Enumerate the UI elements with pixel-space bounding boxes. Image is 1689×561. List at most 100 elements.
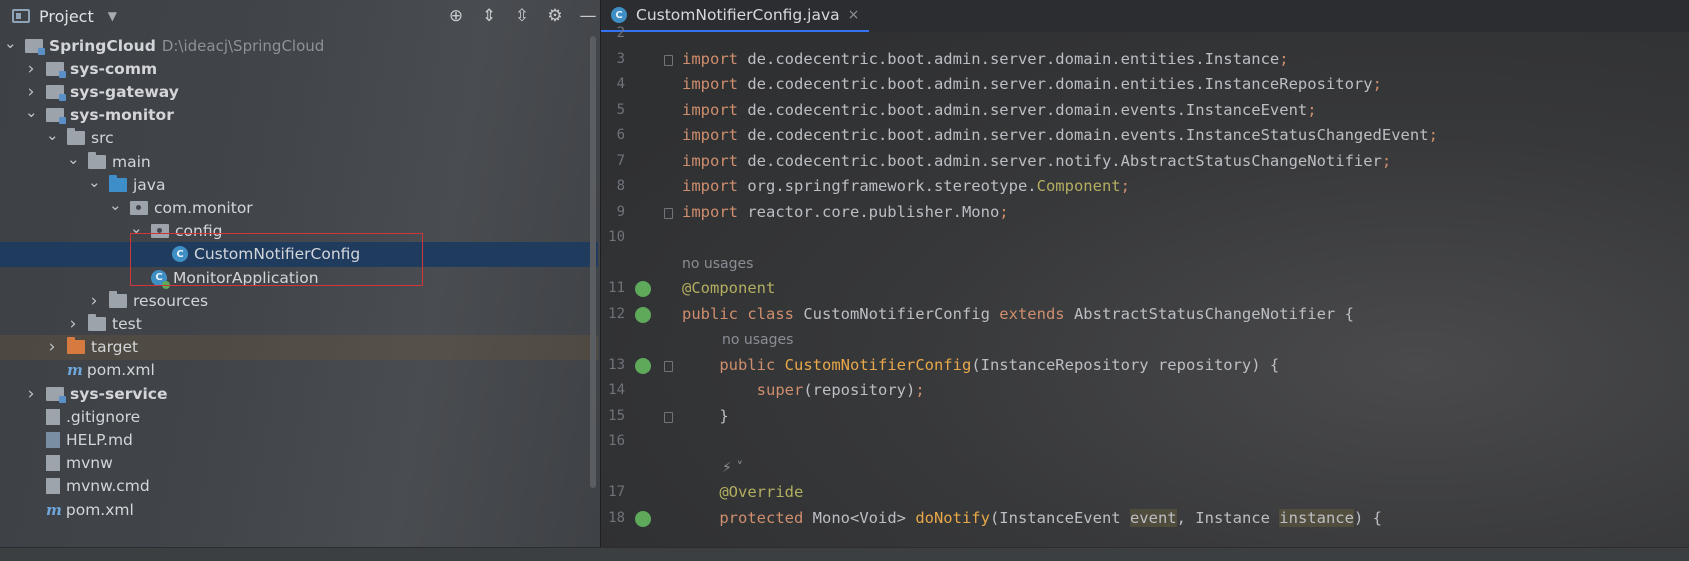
line-number: 17 <box>608 484 625 500</box>
tree-item-label: sys-service <box>70 384 168 403</box>
code-line[interactable]: import de.codecentric.boot.admin.server.… <box>682 101 1317 119</box>
folder-icon <box>109 290 127 308</box>
inlay-hint[interactable]: no usages <box>682 256 753 272</box>
line-number: 8 <box>616 178 625 194</box>
tree-item[interactable]: ⌄ SpringCloud D:\ideacj\SpringCloud <box>0 33 598 58</box>
tree-item-label: main <box>112 152 151 171</box>
tree-item[interactable]: HELP.md <box>0 427 598 452</box>
tree-item-label: SpringCloud <box>49 36 156 55</box>
chevron-down-icon[interactable]: ⌄ <box>46 126 59 144</box>
tree-item[interactable]: › target <box>0 334 598 360</box>
code-line[interactable]: import de.codecentric.boot.admin.server.… <box>682 75 1382 93</box>
code-line[interactable]: public CustomNotifierConfig(InstanceRepo… <box>682 356 1279 374</box>
line-number: 14 <box>608 382 625 398</box>
tree-item-label: sys-monitor <box>70 106 174 125</box>
chevron-down-icon[interactable]: ⌄ <box>109 196 122 214</box>
chevron-down-icon[interactable]: ⌄ <box>4 34 17 52</box>
tree-item-label: mvnw.cmd <box>66 477 150 496</box>
editor-tabbar: C CustomNotifierConfig.java × <box>601 0 1689 32</box>
tree-item-label: sys-gateway <box>70 82 179 101</box>
tree-item-label: test <box>112 314 142 333</box>
fold-marker-icon[interactable] <box>664 411 673 423</box>
code-line[interactable]: import reactor.core.publisher.Mono; <box>682 203 1009 221</box>
tree-item[interactable]: ⌄ sys-monitor <box>0 103 598 128</box>
close-icon[interactable]: × <box>848 7 860 23</box>
tree-item-label: pom.xml <box>65 500 134 519</box>
tree-item-label: target <box>91 338 139 357</box>
source-folder-icon <box>109 174 127 192</box>
chevron-down-icon[interactable]: ⌄ <box>67 150 80 168</box>
chevron-right-icon[interactable]: › <box>88 291 100 311</box>
hide-panel-icon[interactable]: — <box>576 4 600 28</box>
package-icon <box>130 200 148 215</box>
tree-item[interactable]: ⌄ com.monitor <box>0 195 598 220</box>
line-number: 11 <box>608 280 625 296</box>
tree-scrollbar[interactable] <box>590 36 596 488</box>
module-icon <box>25 38 45 55</box>
spring-bean-gutter-icon[interactable] <box>635 510 651 527</box>
inlay-hint[interactable]: no usages <box>722 332 793 348</box>
select-opened-file-icon[interactable]: ⊕ <box>444 4 468 28</box>
code-line[interactable]: } <box>682 407 728 425</box>
tree-item[interactable]: › resources <box>0 288 598 313</box>
file-icon <box>46 455 60 472</box>
excluded-folder-icon <box>67 337 85 355</box>
chevron-down-icon[interactable]: ▼ <box>108 9 117 23</box>
tree-item-label: src <box>91 129 114 148</box>
code-line[interactable]: import de.codecentric.boot.admin.server.… <box>682 126 1438 144</box>
line-number: 12 <box>608 305 625 322</box>
chevron-right-icon[interactable]: › <box>46 337 58 357</box>
fold-marker-icon[interactable] <box>664 54 673 66</box>
chevron-down-icon[interactable]: ⌄ <box>25 103 38 121</box>
project-path-hint: D:\ideacj\SpringCloud <box>161 36 325 55</box>
gear-icon[interactable]: ⚙ <box>543 4 567 28</box>
folder-icon <box>88 151 106 169</box>
expand-all-icon[interactable]: ⇕ <box>477 4 501 28</box>
project-panel-header: Project ▼ ⊕ ⇕ ⇳ ⚙ — <box>0 0 600 32</box>
fold-marker-icon[interactable] <box>664 207 673 219</box>
tree-item[interactable]: › sys-service <box>0 381 598 406</box>
inlay-hint[interactable]: ⚡ ˅ <box>722 460 743 476</box>
tree-item[interactable]: m pom.xml <box>0 358 598 383</box>
fold-marker-icon[interactable] <box>664 360 673 372</box>
chevron-down-icon[interactable]: ⌄ <box>88 173 101 191</box>
tree-item[interactable]: .gitignore <box>0 404 598 429</box>
spring-bean-gutter-icon[interactable] <box>635 281 651 297</box>
project-panel-title[interactable]: Project <box>39 7 94 26</box>
code-line[interactable]: import de.codecentric.boot.admin.server.… <box>682 50 1289 68</box>
chevron-right-icon[interactable]: › <box>67 314 79 334</box>
spring-bean-gutter-icon[interactable] <box>635 306 651 323</box>
line-number: 16 <box>608 433 625 449</box>
chevron-right-icon[interactable]: › <box>25 82 37 102</box>
folder-icon <box>67 128 85 146</box>
code-line[interactable]: @Component <box>682 279 775 297</box>
tree-item-label: .gitignore <box>66 407 141 426</box>
tab-custom-notifier-config[interactable]: C CustomNotifierConfig.java × <box>601 0 870 32</box>
code-line[interactable]: super(repository); <box>682 381 925 399</box>
tree-item[interactable]: mvnw.cmd <box>0 474 598 499</box>
code-line[interactable]: import de.codecentric.boot.admin.server.… <box>682 152 1391 170</box>
line-number: 9 <box>616 203 625 220</box>
chevron-right-icon[interactable]: › <box>25 384 37 404</box>
tree-item[interactable]: › sys-gateway <box>0 79 598 104</box>
tree-item[interactable]: m pom.xml <box>0 497 598 522</box>
code-line[interactable]: import org.springframework.stereotype.Co… <box>682 177 1130 195</box>
line-number: 2 <box>616 25 625 41</box>
line-number: 7 <box>616 152 625 169</box>
maven-icon: m <box>46 500 62 519</box>
code-line[interactable]: protected Mono<Void> doNotify(InstanceEv… <box>682 508 1382 527</box>
collapse-all-icon[interactable]: ⇳ <box>510 4 534 28</box>
code-line[interactable]: @Override <box>682 483 803 501</box>
tree-item[interactable]: mvnw <box>0 451 598 476</box>
module-icon <box>46 84 66 101</box>
module-icon <box>46 108 66 125</box>
tree-item[interactable]: › sys-comm <box>0 56 598 81</box>
tree-item[interactable]: ⌄ src <box>0 126 598 151</box>
chevron-right-icon[interactable]: › <box>25 59 37 79</box>
spring-bean-gutter-icon[interactable] <box>635 357 651 374</box>
code-line[interactable]: public class CustomNotifierConfig extend… <box>682 305 1354 323</box>
tree-item[interactable]: › test <box>0 311 598 336</box>
tree-item[interactable]: ⌄ main <box>0 149 598 174</box>
tree-item[interactable]: ⌄ java <box>0 172 598 197</box>
line-number: 15 <box>608 407 625 424</box>
